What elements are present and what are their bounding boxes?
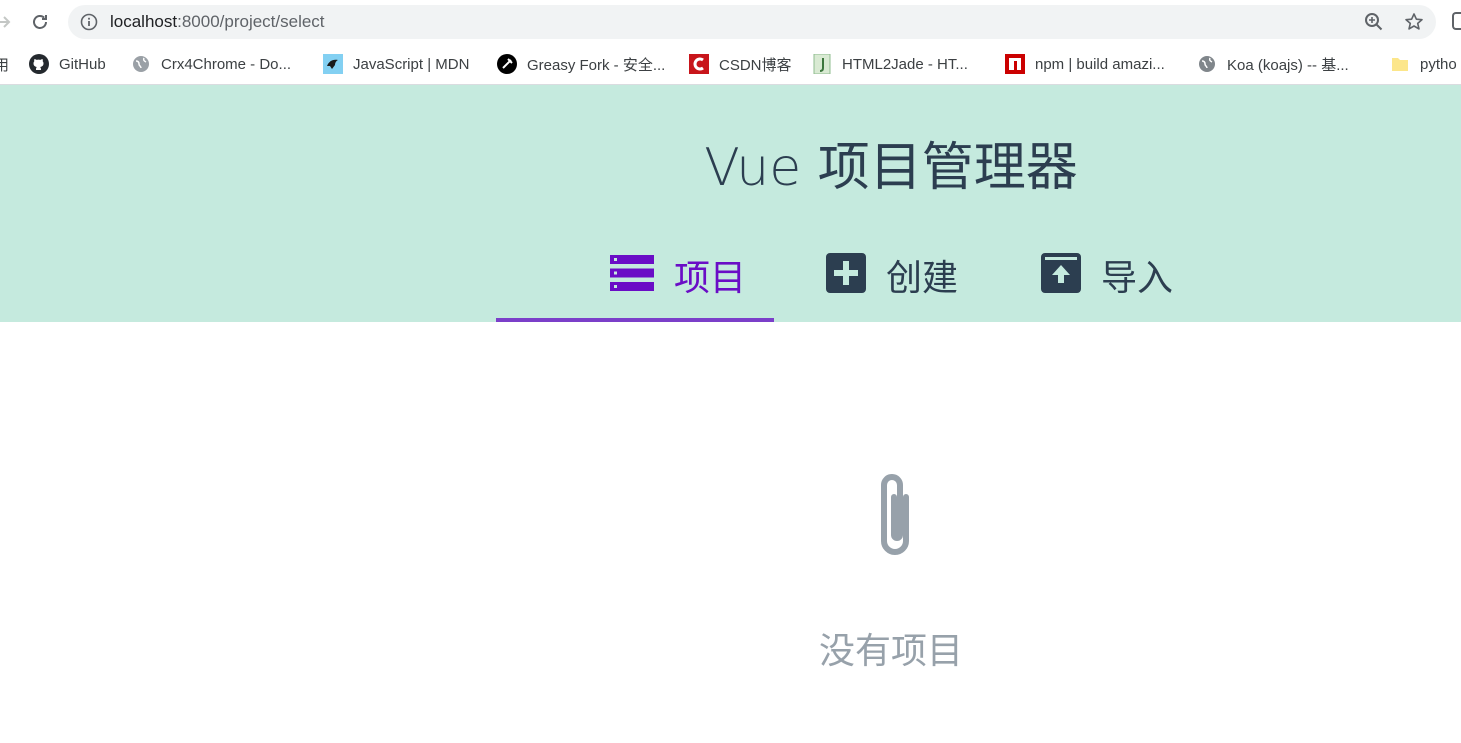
- page-title: Vue 项目管理器: [704, 138, 1078, 198]
- mdn-icon: [323, 54, 343, 74]
- bookmark-html2jade[interactable]: HTML2Jade - HT...: [812, 52, 968, 76]
- bookmark-label: pytho: [1420, 55, 1457, 73]
- empty-state-message: 没有项目: [818, 631, 963, 672]
- bookmark-label: npm | build amazi...: [1035, 55, 1165, 73]
- extension-icon[interactable]: [1452, 12, 1461, 30]
- bookmark-label: Koa (koajs) -- 基...: [1227, 56, 1349, 74]
- url-text[interactable]: localhost:8000/project/select: [110, 12, 325, 32]
- bookmark-label: HTML2Jade - HT...: [842, 55, 968, 73]
- bookmark-label: Crx4Chrome - Do...: [161, 55, 292, 73]
- app-header: Vue 项目管理器 项目 创建 导入: [0, 85, 1461, 322]
- folder-icon: [1390, 54, 1410, 74]
- globe-icon: [1197, 54, 1217, 74]
- bookmark-crx4chrome[interactable]: Crx4Chrome - Do...: [131, 52, 291, 76]
- forward-icon[interactable]: [0, 10, 16, 34]
- list-icon: [610, 255, 654, 295]
- zoom-icon[interactable]: [1364, 12, 1384, 36]
- bookmarks-bar: 用 GitHub Crx4Chrome - Do... JavaScript |…: [0, 44, 1461, 85]
- tab-import-label: 导入: [1101, 258, 1174, 299]
- bookmark-mdn[interactable]: JavaScript | MDN: [323, 52, 469, 76]
- info-icon[interactable]: [80, 13, 98, 35]
- url-path: :8000/project/select: [177, 12, 325, 31]
- browser-toolbar: localhost:8000/project/select: [0, 0, 1461, 44]
- paperclip-icon: [868, 465, 922, 569]
- address-bar[interactable]: localhost:8000/project/select: [68, 5, 1436, 39]
- active-tab-indicator: [496, 318, 774, 322]
- bookmark-label: GitHub: [59, 55, 106, 73]
- tab-projects-label: 项目: [674, 258, 747, 299]
- html2jade-icon: [812, 54, 832, 74]
- tab-create-label: 创建: [886, 258, 959, 299]
- bookmark-star-icon[interactable]: [1404, 12, 1424, 36]
- bookmark-csdn[interactable]: CSDN博客: [689, 52, 792, 76]
- reload-icon[interactable]: [28, 10, 52, 34]
- csdn-icon: [689, 54, 709, 74]
- bookmark-github[interactable]: GitHub: [29, 52, 106, 76]
- github-icon: [29, 54, 49, 74]
- tab-import[interactable]: 导入: [1041, 235, 1173, 315]
- bookmark-folder-python[interactable]: pytho: [1390, 52, 1457, 76]
- url-host: localhost: [110, 12, 178, 31]
- npm-icon: [1005, 54, 1025, 74]
- tab-projects[interactable]: 项目: [610, 235, 746, 315]
- bookmark-label: 用: [0, 54, 9, 75]
- plus-box-icon: [826, 253, 866, 297]
- greasyfork-icon: [497, 54, 517, 74]
- tab-create[interactable]: 创建: [826, 235, 958, 315]
- bookmark-label: Greasy Fork - 安全...: [527, 56, 666, 74]
- bookmark-label: CSDN博客: [719, 56, 792, 74]
- bookmark-label: JavaScript | MDN: [353, 55, 470, 73]
- bookmark-koa[interactable]: Koa (koajs) -- 基...: [1197, 52, 1349, 76]
- upload-box-icon: [1041, 253, 1081, 297]
- bookmark-greasyfork[interactable]: Greasy Fork - 安全...: [497, 52, 665, 76]
- bookmark-apps[interactable]: 用: [0, 52, 9, 76]
- bookmark-npm[interactable]: npm | build amazi...: [1005, 52, 1165, 76]
- globe-icon: [131, 54, 151, 74]
